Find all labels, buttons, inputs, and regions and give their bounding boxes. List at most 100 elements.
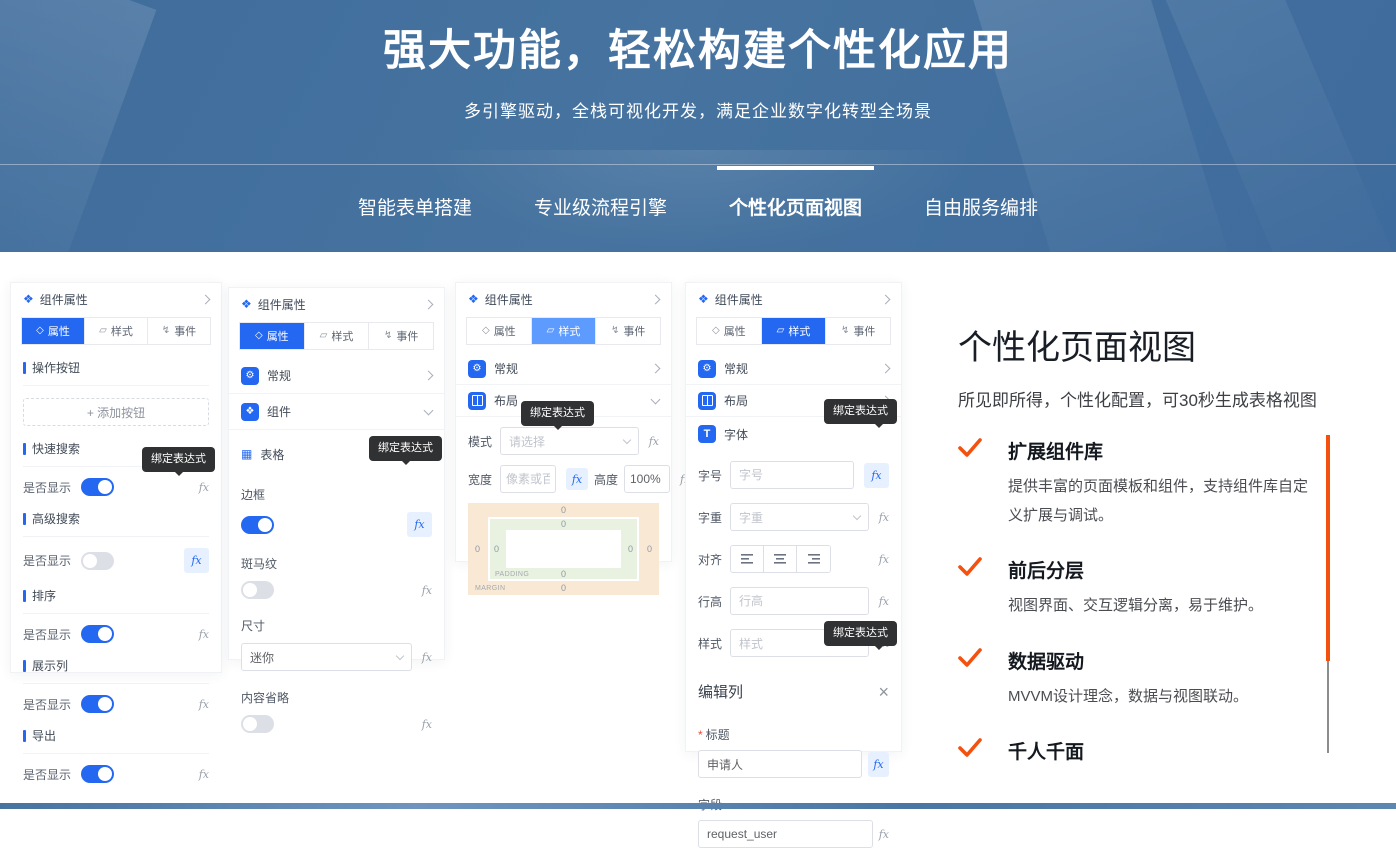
fx-bind-button[interactable]: fx xyxy=(879,828,889,841)
chevron-down-icon[interactable] xyxy=(424,405,434,415)
show-label: 是否显示 xyxy=(23,552,71,569)
fx-bind-button-active[interactable]: fx xyxy=(184,548,209,573)
columns-toggle[interactable] xyxy=(81,695,114,713)
fx-bind-button[interactable]: fx xyxy=(199,628,209,641)
fx-bind-button[interactable]: fx xyxy=(422,718,432,731)
field-input[interactable] xyxy=(698,820,873,848)
border-toggle[interactable] xyxy=(241,516,274,534)
advanced-search-visible-row: 是否显示 fx xyxy=(23,548,209,573)
tab-style[interactable]: ▱ 样式 xyxy=(305,323,370,349)
tab-properties[interactable]: ◇ 属性 xyxy=(697,318,762,344)
panel-header: ❖ 组件属性 xyxy=(11,283,221,315)
tab-events[interactable]: ↯ 事件 xyxy=(369,323,433,349)
chevron-right-icon[interactable] xyxy=(881,294,891,304)
sort-toggle[interactable] xyxy=(81,625,114,643)
section-label: 排序 xyxy=(32,587,56,604)
tab-service-orchestration[interactable]: 自由服务编排 xyxy=(922,193,1040,220)
fx-bind-button[interactable]: fx xyxy=(199,698,209,711)
tab-events[interactable]: ↯ 事件 xyxy=(826,318,890,344)
align-center-button[interactable] xyxy=(764,546,797,572)
align-right-icon xyxy=(808,554,820,564)
tab-style[interactable]: ▱ 样式 xyxy=(85,318,148,344)
bottom-accent-bar xyxy=(0,803,1396,809)
zebra-toggle[interactable] xyxy=(241,581,274,599)
panel-tabs: ◇ 属性 ▱ 样式 ↯ 事件 xyxy=(239,322,434,350)
font-weight-select[interactable]: 字重 xyxy=(730,503,869,531)
bind-expression-tooltip: 绑定表达式 xyxy=(521,401,594,426)
close-icon[interactable]: × xyxy=(878,683,889,701)
fx-bind-button[interactable]: fx xyxy=(422,584,432,597)
advanced-search-toggle[interactable] xyxy=(81,552,114,570)
size-select[interactable]: 迷你 xyxy=(241,643,412,671)
padding-top-value[interactable]: 0 xyxy=(561,519,566,529)
section-label: 导出 xyxy=(32,727,56,744)
chevron-right-icon[interactable] xyxy=(881,364,891,374)
padding-bottom-value[interactable]: 0 xyxy=(561,569,566,579)
tab-personalized-view[interactable]: 个性化页面视图 xyxy=(727,193,864,220)
chevron-right-icon[interactable] xyxy=(201,294,211,304)
fx-bind-button[interactable]: fx xyxy=(422,651,432,664)
fx-bind-button-active[interactable]: fx xyxy=(407,512,432,537)
feature-item-desc: 视图界面、交互逻辑分离，易于维护。 xyxy=(958,592,1318,621)
align-left-button[interactable] xyxy=(731,546,764,572)
font-size-input[interactable] xyxy=(730,461,854,489)
margin-top-value[interactable]: 0 xyxy=(561,505,566,515)
collapse-general[interactable]: ⚙ 常规 xyxy=(229,358,444,394)
feature-description: 个性化页面视图 所见即所得，个性化配置，可30秒生成表格视图 扩展组件库 提供丰… xyxy=(958,320,1338,762)
export-toggle[interactable] xyxy=(81,765,114,783)
align-right-button[interactable] xyxy=(797,546,830,572)
margin-left-value[interactable]: 0 xyxy=(475,544,480,554)
tab-properties[interactable]: ◇ 属性 xyxy=(240,323,305,349)
fx-bind-button[interactable]: fx xyxy=(879,595,889,608)
tab-label: 样式 xyxy=(558,323,580,339)
section-label: 快速搜索 xyxy=(32,440,80,457)
zebra-label: 斑马纹 xyxy=(241,555,432,572)
margin-bottom-value[interactable]: 0 xyxy=(561,583,566,593)
chevron-right-icon[interactable] xyxy=(651,294,661,304)
add-button[interactable]: + 添加按钮 xyxy=(23,398,209,426)
tab-style[interactable]: ▱ 样式 xyxy=(762,318,827,344)
tab-properties[interactable]: ◇ 属性 xyxy=(467,318,532,344)
width-input[interactable] xyxy=(500,465,556,493)
carousel-progress-thumb[interactable] xyxy=(1326,435,1330,661)
ellipsis-toggle[interactable] xyxy=(241,715,274,733)
fx-bind-button-active[interactable]: fx xyxy=(868,752,889,777)
fx-bind-button[interactable]: fx xyxy=(649,435,659,448)
tab-style[interactable]: ▱ 样式 xyxy=(532,318,597,344)
fx-bind-button[interactable]: fx xyxy=(199,768,209,781)
tab-process-engine[interactable]: 专业级流程引擎 xyxy=(532,193,669,220)
collapse-general[interactable]: ⚙ 常规 xyxy=(686,353,901,385)
table-icon: ▦ xyxy=(241,448,252,460)
page-subtitle: 多引擎驱动，全栈可视化开发，满足企业数字化转型全场景 xyxy=(0,97,1396,122)
padding-left-value[interactable]: 0 xyxy=(494,544,499,554)
height-input[interactable] xyxy=(624,465,670,493)
chevron-right-icon[interactable] xyxy=(651,364,661,374)
fx-bind-button-active[interactable]: fx xyxy=(566,468,588,490)
chevron-right-icon[interactable] xyxy=(424,299,434,309)
chevron-down-icon[interactable] xyxy=(651,394,661,404)
quick-search-toggle[interactable] xyxy=(81,478,114,496)
fx-bind-button[interactable]: fx xyxy=(879,511,889,524)
feature-item-desc: 提供丰富的页面模板和组件，支持组件库自定义扩展与调试。 xyxy=(958,473,1318,530)
tab-events[interactable]: ↯ 事件 xyxy=(596,318,660,344)
fx-bind-button-active[interactable]: fx xyxy=(864,463,889,488)
line-height-input[interactable] xyxy=(730,587,869,615)
tab-events[interactable]: ↯ 事件 xyxy=(148,318,210,344)
fx-bind-button[interactable]: fx xyxy=(199,481,209,494)
properties-icon: ◇ xyxy=(482,326,490,336)
tab-properties[interactable]: ◇ 属性 xyxy=(22,318,85,344)
tab-smart-form[interactable]: 智能表单搭建 xyxy=(356,193,474,220)
title-input[interactable] xyxy=(698,750,862,778)
feature-tab-bar: 智能表单搭建 专业级流程引擎 个性化页面视图 自由服务编排 xyxy=(0,193,1396,220)
event-icon: ↯ xyxy=(611,326,619,336)
font-icon: T xyxy=(698,425,716,443)
gear-icon: ⚙ xyxy=(468,360,486,378)
fx-bind-button[interactable]: fx xyxy=(879,553,889,566)
style-label: 样式 xyxy=(698,635,724,652)
padding-right-value[interactable]: 0 xyxy=(628,544,633,554)
mode-select[interactable]: 请选择 xyxy=(500,427,639,455)
collapse-general[interactable]: ⚙ 常规 xyxy=(456,353,671,385)
chevron-right-icon[interactable] xyxy=(424,371,434,381)
collapse-component[interactable]: ❖ 组件 xyxy=(229,394,444,430)
margin-right-value[interactable]: 0 xyxy=(647,544,652,554)
